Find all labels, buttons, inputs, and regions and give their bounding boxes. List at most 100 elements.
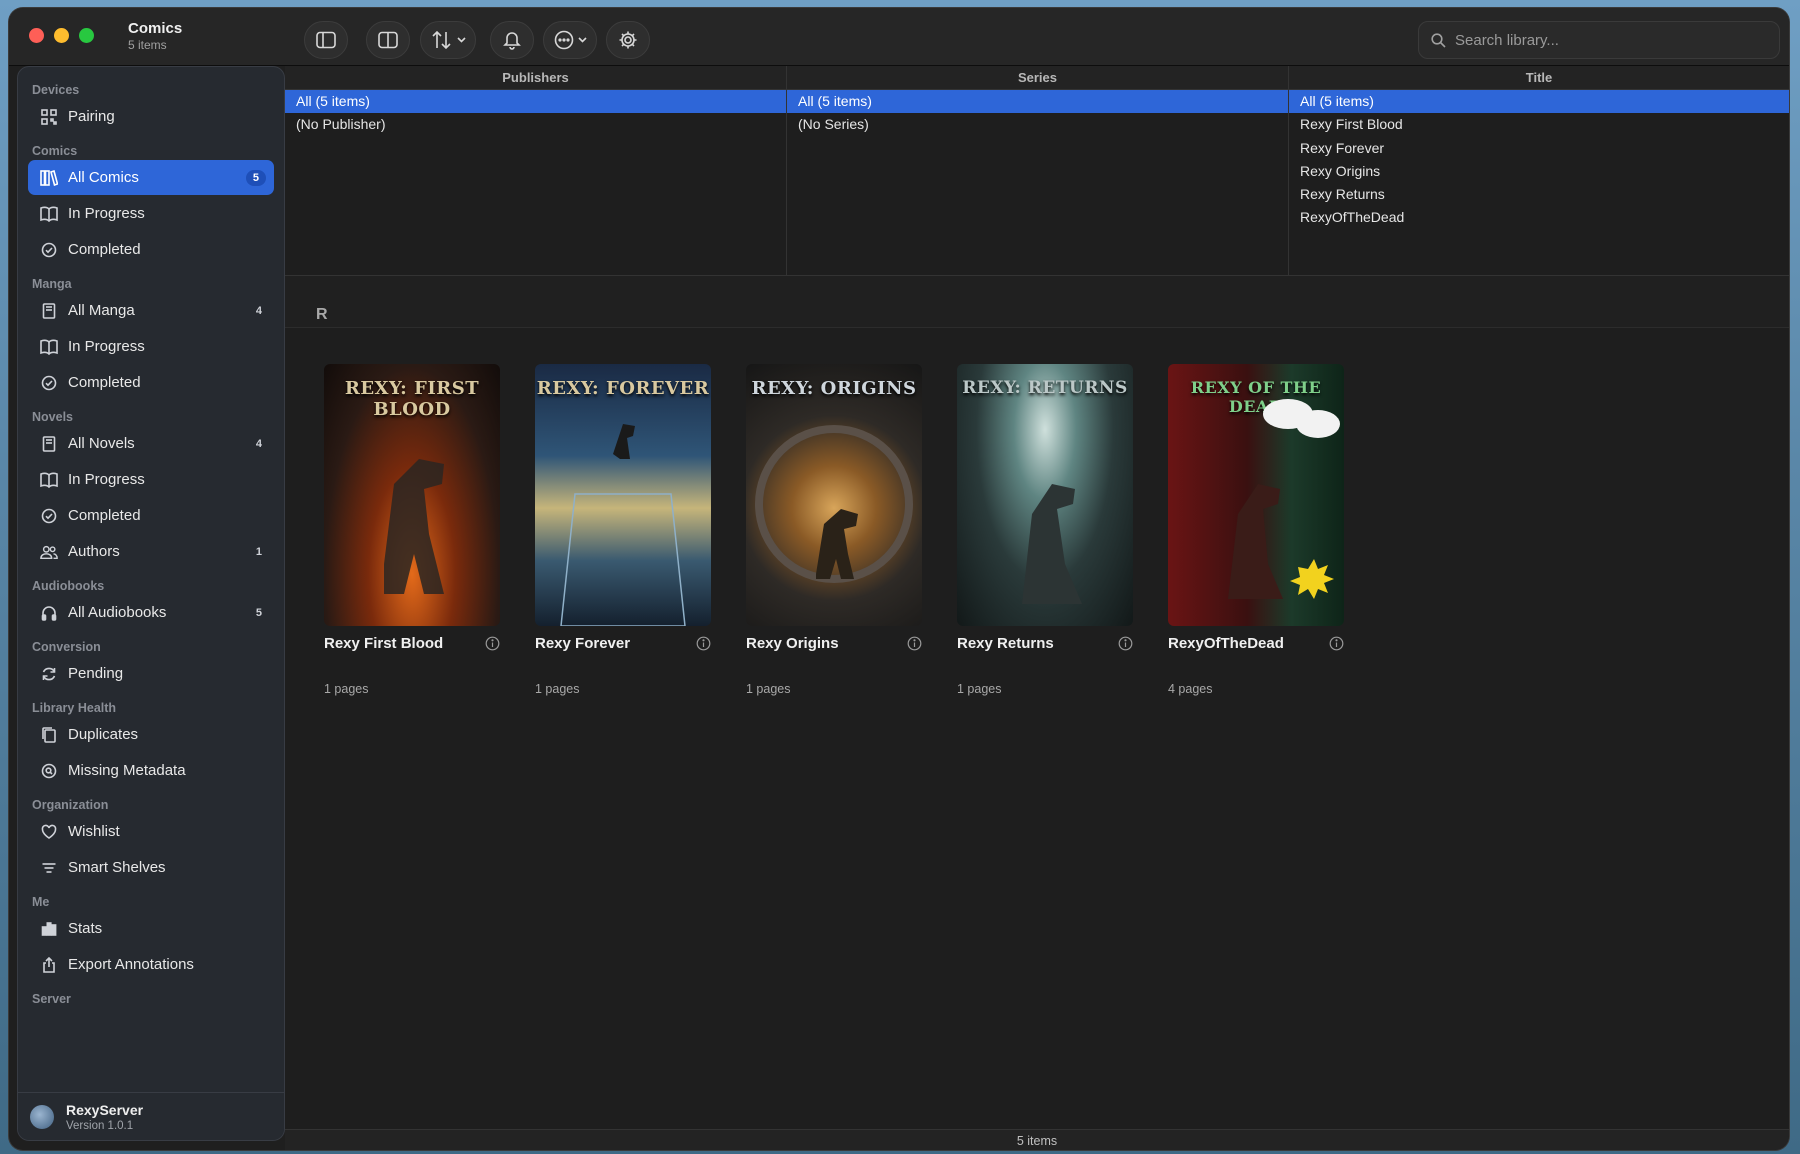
comic-title: Rexy Origins (746, 635, 839, 652)
sidebar-item-missing-metadata[interactable]: Missing Metadata (28, 753, 274, 788)
gear-icon (619, 31, 637, 49)
dinosaur-illustration (755, 425, 913, 583)
book-icon (40, 435, 58, 453)
server-name: RexyServer (66, 1101, 144, 1118)
sidebar-item-label: In Progress (68, 338, 145, 355)
people-icon (40, 543, 58, 561)
dinosaur-illustration (1228, 399, 1340, 599)
sidebar-item-novels-in-progress[interactable]: In Progress (28, 462, 274, 497)
comic-title: RexyOfTheDead (1168, 635, 1284, 652)
checkmark-circle-icon (40, 507, 58, 525)
sidebar-item-novels-completed[interactable]: Completed (28, 498, 274, 533)
notifications-button[interactable] (490, 21, 534, 59)
info-icon[interactable] (1118, 636, 1133, 651)
sidebar-item-all-comics[interactable]: All Comics 5 (28, 160, 274, 195)
close-window-button[interactable] (29, 28, 44, 43)
sidebar-item-all-manga[interactable]: All Manga 4 (28, 293, 274, 328)
count-badge: 4 (255, 437, 262, 450)
sidebar-item-duplicates[interactable]: Duplicates (28, 717, 274, 752)
filter-lines-icon (40, 859, 58, 877)
title-header[interactable]: Title (1289, 66, 1789, 90)
comic-card[interactable]: REXY: RETURNS Rexy Returns 1 pages (957, 364, 1133, 696)
sidebar-item-manga-completed[interactable]: Completed (28, 365, 274, 400)
count-badge: 5 (245, 169, 266, 186)
sidebar-item-label: All Audiobooks (68, 604, 167, 621)
info-icon[interactable] (485, 636, 500, 651)
list-item[interactable]: Rexy Origins (1289, 160, 1789, 183)
sidebar-item-all-novels[interactable]: All Novels 4 (28, 426, 274, 461)
comic-card[interactable]: REXY: FOREVER Rexy Forever 1 pages (535, 364, 711, 696)
columns-button[interactable] (366, 21, 410, 59)
bell-icon (503, 32, 521, 50)
section-novels: Novels (32, 410, 73, 424)
section-letter: R (316, 306, 328, 323)
sidebar-item-wishlist[interactable]: Wishlist (28, 814, 274, 849)
info-icon[interactable] (1329, 636, 1344, 651)
sidebar-item-comics-in-progress[interactable]: In Progress (28, 196, 274, 231)
sidebar-item-label: Authors (68, 543, 120, 560)
zoom-window-button[interactable] (79, 28, 94, 43)
page-count: 1 pages (746, 682, 791, 696)
comic-cover[interactable]: REXY: ORIGINS (746, 364, 922, 626)
list-item[interactable]: (No Publisher) (285, 113, 786, 136)
info-icon[interactable] (696, 636, 711, 651)
headphones-icon (40, 604, 58, 622)
sidebar-item-manga-in-progress[interactable]: In Progress (28, 329, 274, 364)
comic-cover[interactable]: REXY OF THE DEAD (1168, 364, 1344, 626)
qr-code-icon (40, 108, 58, 126)
comic-card[interactable]: REXY: ORIGINS Rexy Origins 1 pages (746, 364, 922, 696)
comic-cover[interactable]: REXY: FOREVER (535, 364, 711, 626)
settings-button[interactable] (606, 21, 650, 59)
more-button[interactable] (543, 21, 597, 59)
info-icon[interactable] (907, 636, 922, 651)
sidebar-item-label: All Novels (68, 435, 135, 452)
list-item[interactable]: All (5 items) (1289, 90, 1789, 114)
chevron-down-icon (456, 37, 466, 43)
comic-cover[interactable]: REXY: FIRST BLOOD (324, 364, 500, 626)
section-me: Me (32, 895, 50, 909)
comic-card[interactable]: REXY OF THE DEAD RexyOfTheDead 4 pages (1168, 364, 1344, 696)
sidebar-item-authors[interactable]: Authors 1 (28, 534, 274, 569)
list-item[interactable]: RexyOfTheDead (1289, 206, 1789, 229)
comic-card[interactable]: REXY: FIRST BLOOD Rexy First Blood 1 pag… (324, 364, 500, 696)
page-count: 1 pages (957, 682, 1002, 696)
sidebar-item-comics-completed[interactable]: Completed (28, 232, 274, 267)
sort-button[interactable] (420, 21, 476, 59)
bar-chart-icon (40, 920, 58, 938)
list-item[interactable]: All (5 items) (285, 90, 786, 114)
list-item[interactable]: (No Series) (787, 113, 1288, 136)
sidebar-item-export-annotations[interactable]: Export Annotations (28, 947, 274, 982)
sidebar-item-smart-shelves[interactable]: Smart Shelves (28, 850, 274, 885)
sidebar-toggle-icon (316, 31, 336, 49)
section-devices: Devices (32, 83, 80, 97)
sidebar: Devices Pairing Comics All Comics 5 In P… (17, 66, 285, 1141)
list-item[interactable]: Rexy Returns (1289, 183, 1789, 206)
sidebar-item-label: Missing Metadata (68, 762, 186, 779)
sidebar-item-label: Pairing (68, 108, 115, 125)
sidebar-item-stats[interactable]: Stats (28, 911, 274, 946)
section-comics: Comics (32, 144, 78, 158)
sidebar-list[interactable]: Devices Pairing Comics All Comics 5 In P… (18, 67, 284, 1094)
sidebar-item-label: Stats (68, 920, 103, 937)
list-item[interactable]: Rexy First Blood (1289, 113, 1789, 136)
open-book-icon (40, 205, 58, 223)
series-header[interactable]: Series (787, 66, 1288, 90)
sidebar-item-pending[interactable]: Pending (28, 656, 274, 691)
search-field[interactable] (1418, 21, 1780, 59)
sidebar-item-pairing[interactable]: Pairing (28, 99, 274, 134)
column-browser: Publishers All (5 items) (No Publisher) … (285, 66, 1789, 276)
sidebar-item-label: Pending (68, 665, 124, 682)
sidebar-item-label: All Manga (68, 302, 135, 319)
comic-title: Rexy Forever (535, 635, 631, 652)
sidebar-toggle-button[interactable] (304, 21, 348, 59)
server-status[interactable]: RexyServer Version 1.0.1 (18, 1092, 284, 1140)
minimize-window-button[interactable] (54, 28, 69, 43)
dinosaur-illustration (384, 459, 444, 594)
publishers-header[interactable]: Publishers (285, 66, 786, 90)
list-item[interactable]: All (5 items) (787, 90, 1288, 114)
sidebar-item-all-audiobooks[interactable]: All Audiobooks 5 (28, 595, 274, 630)
comic-cover[interactable]: REXY: RETURNS (957, 364, 1133, 626)
list-item[interactable]: Rexy Forever (1289, 137, 1789, 160)
open-book-icon (40, 471, 58, 489)
search-input[interactable] (1455, 31, 1755, 49)
